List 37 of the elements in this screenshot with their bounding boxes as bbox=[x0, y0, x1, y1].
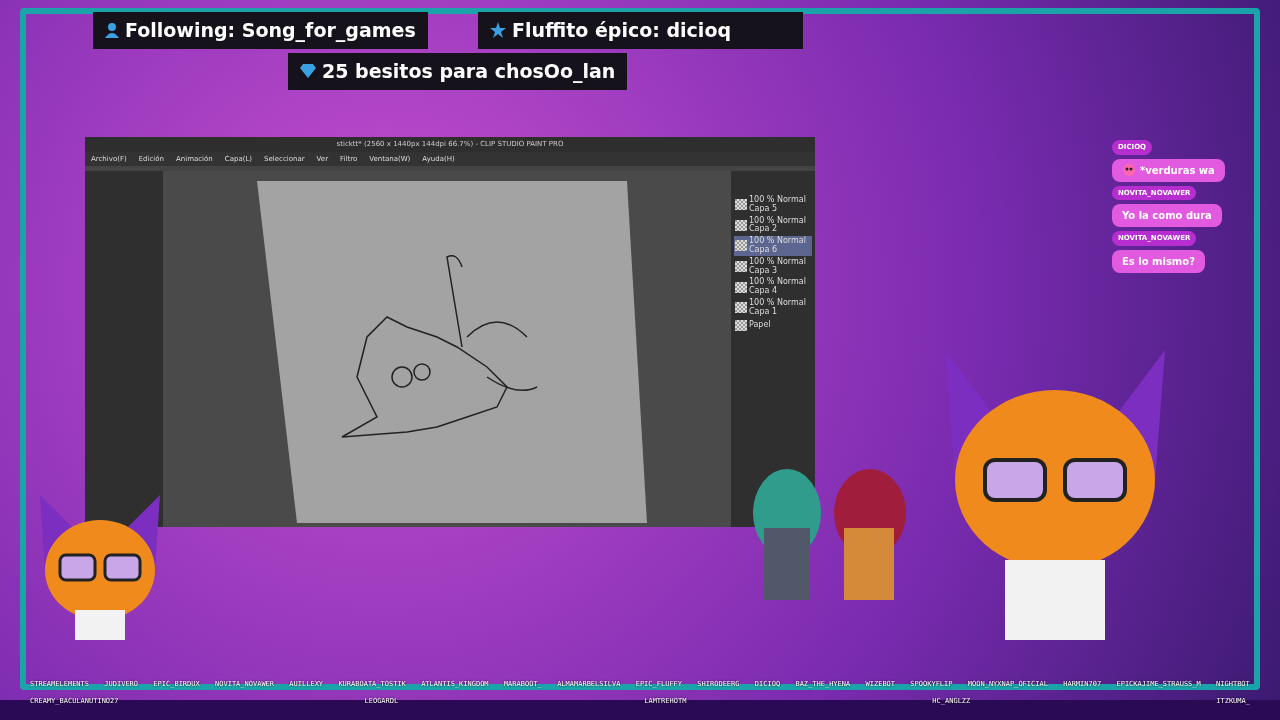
person-icon bbox=[105, 22, 119, 39]
layer-thumbnail bbox=[735, 302, 747, 314]
layer-thumbnail bbox=[735, 219, 747, 231]
layer-mode: 100 % Normal bbox=[749, 237, 806, 246]
alert-text: Fluffito épico: dicioq bbox=[512, 18, 732, 43]
layer-mode: 100 % Normal bbox=[749, 216, 806, 225]
layer-name: Papel bbox=[749, 320, 771, 330]
layer-name: Capa 1 bbox=[749, 307, 779, 317]
layer-name: Capa 4 bbox=[749, 287, 779, 296]
layer-row[interactable]: 100 % Normal Capa 3 bbox=[734, 256, 812, 277]
layer-thumbnail bbox=[735, 261, 747, 273]
layer-row[interactable]: 100 % Normal Capa 1 bbox=[734, 297, 812, 318]
layer-thumbnail bbox=[735, 281, 747, 293]
emote-icon bbox=[1122, 163, 1136, 177]
message-text: Yo la como dura bbox=[1122, 209, 1212, 223]
layer-row[interactable]: 100 % Normal Capa 2 bbox=[734, 215, 812, 236]
layer-name: Capa 2 bbox=[749, 225, 779, 235]
layer-name: Capa 6 bbox=[749, 246, 779, 255]
star-icon bbox=[490, 22, 506, 39]
layer-mode: 100 % Normal bbox=[749, 196, 806, 204]
alert-text: Following: Song_for_games bbox=[125, 18, 416, 44]
layer-mode: 100 % Normal bbox=[749, 278, 806, 287]
message-text: Es lo mismo? bbox=[1122, 254, 1195, 269]
layer-row[interactable]: 100 % Normal Capa 4 bbox=[734, 277, 812, 297]
layer-thumbnail bbox=[735, 240, 747, 252]
layer-row[interactable]: Papel bbox=[734, 318, 812, 332]
layer-row[interactable]: 100 % Normal Capa 6 bbox=[734, 236, 812, 256]
layer-mode: 100 % Normal bbox=[749, 257, 806, 266]
layer-row[interactable]: 100 % Normal Capa 5 bbox=[734, 195, 812, 215]
layer-mode: 100 % Normal bbox=[749, 298, 806, 307]
layer-thumbnail bbox=[735, 319, 747, 331]
layer-name: Capa 5 bbox=[749, 204, 779, 214]
alert-text: 25 besitos para chosOo_lan bbox=[322, 59, 616, 85]
layer-thumbnail bbox=[735, 199, 747, 211]
diamond-icon bbox=[300, 64, 316, 79]
layer-name: Capa 3 bbox=[749, 266, 779, 276]
message-text: *verduras wa bbox=[1140, 163, 1215, 178]
